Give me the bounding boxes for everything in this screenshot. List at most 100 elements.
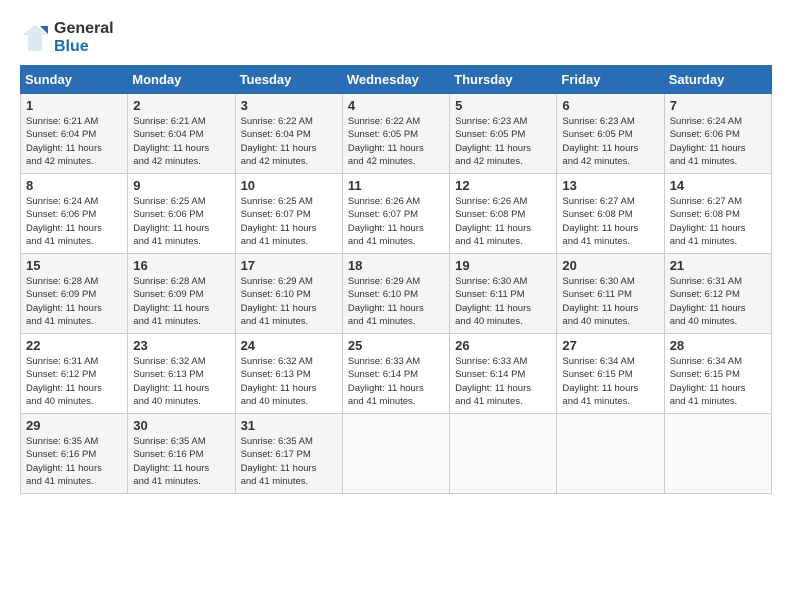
- calendar-cell: 30Sunrise: 6:35 AMSunset: 6:16 PMDayligh…: [128, 414, 235, 494]
- day-number: 17: [241, 258, 337, 273]
- day-number: 14: [670, 178, 766, 193]
- logo-graphic: [20, 23, 50, 53]
- day-number: 3: [241, 98, 337, 113]
- day-info: Sunrise: 6:25 AMSunset: 6:06 PMDaylight:…: [133, 195, 229, 248]
- calendar-cell: 21Sunrise: 6:31 AMSunset: 6:12 PMDayligh…: [664, 254, 771, 334]
- day-number: 20: [562, 258, 658, 273]
- day-info: Sunrise: 6:29 AMSunset: 6:10 PMDaylight:…: [241, 275, 337, 328]
- day-info: Sunrise: 6:35 AMSunset: 6:16 PMDaylight:…: [26, 435, 122, 488]
- header-day-friday: Friday: [557, 66, 664, 94]
- calendar-week-4: 22 Sunrise: 6:31 AMSunset: 6:12 PMDayligh…: [21, 334, 772, 414]
- calendar-cell: 8 Sunrise: 6:24 AMSunset: 6:06 PMDaylight…: [21, 174, 128, 254]
- header-day-sunday: Sunday: [21, 66, 128, 94]
- calendar-cell: 15 Sunrise: 6:28 AMSunset: 6:09 PMDayligh…: [21, 254, 128, 334]
- day-number: 15: [26, 258, 122, 273]
- day-number: 7: [670, 98, 766, 113]
- calendar-cell: 16 Sunrise: 6:28 AMSunset: 6:09 PMDayligh…: [128, 254, 235, 334]
- day-info: Sunrise: 6:30 AMSunset: 6:11 PMDaylight:…: [562, 275, 658, 328]
- calendar-cell: 11 Sunrise: 6:26 AMSunset: 6:07 PMDayligh…: [342, 174, 449, 254]
- day-number: 9: [133, 178, 229, 193]
- header-day-saturday: Saturday: [664, 66, 771, 94]
- day-number: 12: [455, 178, 551, 193]
- day-info: Sunrise: 6:23 AMSunset: 6:05 PMDaylight:…: [455, 115, 551, 168]
- calendar-cell: 27Sunrise: 6:34 AMSunset: 6:15 PMDayligh…: [557, 334, 664, 414]
- calendar-cell: 1 Sunrise: 6:21 AMSunset: 6:04 PMDaylight…: [21, 94, 128, 174]
- day-number: 6: [562, 98, 658, 113]
- day-info: Sunrise: 6:24 AMSunset: 6:06 PMDaylight:…: [26, 195, 122, 248]
- day-info: Sunrise: 6:26 AMSunset: 6:08 PMDaylight:…: [455, 195, 551, 248]
- calendar-cell: 22 Sunrise: 6:31 AMSunset: 6:12 PMDayligh…: [21, 334, 128, 414]
- day-info: Sunrise: 6:34 AMSunset: 6:15 PMDaylight:…: [562, 355, 658, 408]
- day-number: 24: [241, 338, 337, 353]
- day-info: Sunrise: 6:28 AMSunset: 6:09 PMDaylight:…: [26, 275, 122, 328]
- calendar-cell: 3 Sunrise: 6:22 AMSunset: 6:04 PMDaylight…: [235, 94, 342, 174]
- calendar-cell: 10Sunrise: 6:25 AMSunset: 6:07 PMDayligh…: [235, 174, 342, 254]
- day-info: Sunrise: 6:24 AMSunset: 6:06 PMDaylight:…: [670, 115, 766, 168]
- calendar-cell: 19 Sunrise: 6:30 AMSunset: 6:11 PMDayligh…: [450, 254, 557, 334]
- calendar-cell: 18 Sunrise: 6:29 AMSunset: 6:10 PMDayligh…: [342, 254, 449, 334]
- day-info: Sunrise: 6:32 AMSunset: 6:13 PMDaylight:…: [133, 355, 229, 408]
- calendar-cell: 13 Sunrise: 6:27 AMSunset: 6:08 PMDayligh…: [557, 174, 664, 254]
- day-number: 29: [26, 418, 122, 433]
- day-info: Sunrise: 6:32 AMSunset: 6:13 PMDaylight:…: [241, 355, 337, 408]
- day-number: 5: [455, 98, 551, 113]
- day-info: Sunrise: 6:29 AMSunset: 6:10 PMDaylight:…: [348, 275, 444, 328]
- calendar-cell: 24 Sunrise: 6:32 AMSunset: 6:13 PMDayligh…: [235, 334, 342, 414]
- day-info: Sunrise: 6:30 AMSunset: 6:11 PMDaylight:…: [455, 275, 551, 328]
- calendar-cell: 9 Sunrise: 6:25 AMSunset: 6:06 PMDaylight…: [128, 174, 235, 254]
- day-number: 11: [348, 178, 444, 193]
- header-row: SundayMondayTuesdayWednesdayThursdayFrid…: [21, 66, 772, 94]
- day-info: Sunrise: 6:27 AMSunset: 6:08 PMDaylight:…: [562, 195, 658, 248]
- calendar-week-3: 15 Sunrise: 6:28 AMSunset: 6:09 PMDayligh…: [21, 254, 772, 334]
- day-info: Sunrise: 6:26 AMSunset: 6:07 PMDaylight:…: [348, 195, 444, 248]
- calendar-cell: 23 Sunrise: 6:32 AMSunset: 6:13 PMDayligh…: [128, 334, 235, 414]
- calendar-cell: 26 Sunrise: 6:33 AMSunset: 6:14 PMDayligh…: [450, 334, 557, 414]
- calendar-cell: [557, 414, 664, 494]
- day-number: 31: [241, 418, 337, 433]
- day-info: Sunrise: 6:28 AMSunset: 6:09 PMDaylight:…: [133, 275, 229, 328]
- day-number: 22: [26, 338, 122, 353]
- logo-blue: Blue: [54, 38, 114, 56]
- calendar-cell: [664, 414, 771, 494]
- day-number: 13: [562, 178, 658, 193]
- day-number: 26: [455, 338, 551, 353]
- calendar-table: SundayMondayTuesdayWednesdayThursdayFrid…: [20, 65, 772, 494]
- header-day-monday: Monday: [128, 66, 235, 94]
- calendar-cell: 28 Sunrise: 6:34 AMSunset: 6:15 PMDayligh…: [664, 334, 771, 414]
- calendar-cell: 14Sunrise: 6:27 AMSunset: 6:08 PMDayligh…: [664, 174, 771, 254]
- day-info: Sunrise: 6:33 AMSunset: 6:14 PMDaylight:…: [455, 355, 551, 408]
- calendar-cell: 4 Sunrise: 6:22 AMSunset: 6:05 PMDaylight…: [342, 94, 449, 174]
- day-info: Sunrise: 6:21 AMSunset: 6:04 PMDaylight:…: [26, 115, 122, 168]
- calendar-week-5: 29 Sunrise: 6:35 AMSunset: 6:16 PMDayligh…: [21, 414, 772, 494]
- header-day-thursday: Thursday: [450, 66, 557, 94]
- day-number: 8: [26, 178, 122, 193]
- calendar-header: SundayMondayTuesdayWednesdayThursdayFrid…: [21, 66, 772, 94]
- day-info: Sunrise: 6:34 AMSunset: 6:15 PMDaylight:…: [670, 355, 766, 408]
- day-number: 28: [670, 338, 766, 353]
- logo: General Blue: [20, 20, 114, 55]
- day-info: Sunrise: 6:22 AMSunset: 6:05 PMDaylight:…: [348, 115, 444, 168]
- day-number: 21: [670, 258, 766, 273]
- day-info: Sunrise: 6:21 AMSunset: 6:04 PMDaylight:…: [133, 115, 229, 168]
- calendar-week-1: 1 Sunrise: 6:21 AMSunset: 6:04 PMDaylight…: [21, 94, 772, 174]
- day-number: 16: [133, 258, 229, 273]
- calendar-cell: 17 Sunrise: 6:29 AMSunset: 6:10 PMDayligh…: [235, 254, 342, 334]
- calendar-body: 1 Sunrise: 6:21 AMSunset: 6:04 PMDaylight…: [21, 94, 772, 494]
- day-info: Sunrise: 6:23 AMSunset: 6:05 PMDaylight:…: [562, 115, 658, 168]
- day-number: 19: [455, 258, 551, 273]
- day-number: 23: [133, 338, 229, 353]
- day-number: 4: [348, 98, 444, 113]
- day-number: 2: [133, 98, 229, 113]
- calendar-cell: 12 Sunrise: 6:26 AMSunset: 6:08 PMDayligh…: [450, 174, 557, 254]
- day-info: Sunrise: 6:31 AMSunset: 6:12 PMDaylight:…: [26, 355, 122, 408]
- day-info: Sunrise: 6:25 AMSunset: 6:07 PMDaylight:…: [241, 195, 337, 248]
- page-header: General Blue: [20, 20, 772, 55]
- calendar-cell: 2 Sunrise: 6:21 AMSunset: 6:04 PMDaylight…: [128, 94, 235, 174]
- calendar-cell: [342, 414, 449, 494]
- day-number: 30: [133, 418, 229, 433]
- header-day-wednesday: Wednesday: [342, 66, 449, 94]
- day-number: 18: [348, 258, 444, 273]
- day-number: 1: [26, 98, 122, 113]
- day-info: Sunrise: 6:22 AMSunset: 6:04 PMDaylight:…: [241, 115, 337, 168]
- logo-text: General Blue: [54, 20, 114, 55]
